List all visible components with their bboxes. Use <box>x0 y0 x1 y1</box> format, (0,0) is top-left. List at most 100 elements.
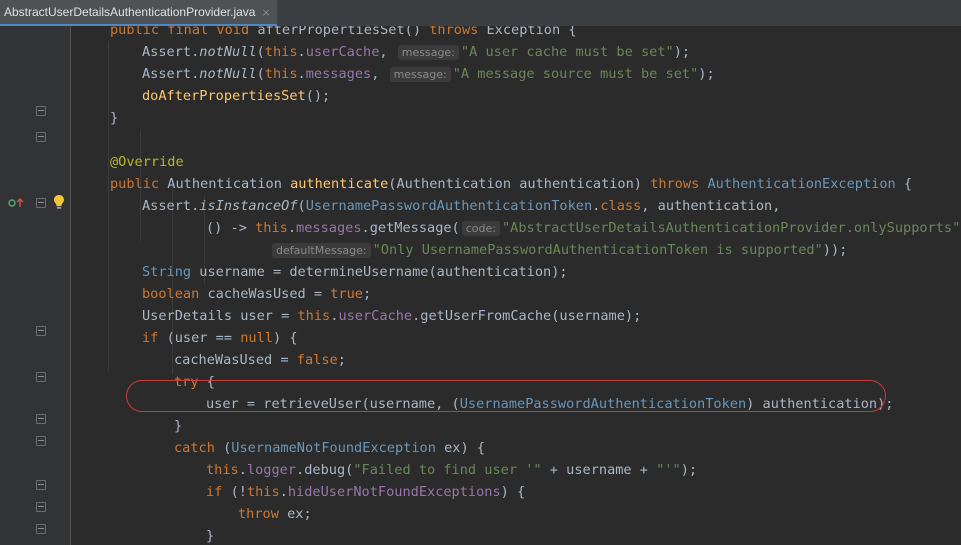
code-token: public <box>110 176 168 192</box>
code-token: { <box>903 176 913 192</box>
fold-marker-icon[interactable] <box>36 524 46 534</box>
code-line[interactable]: } <box>206 525 214 545</box>
code-token: cacheWasUsed = <box>174 352 297 368</box>
gutter-divider <box>70 26 71 545</box>
code-token: Exception { <box>486 26 577 38</box>
code-line[interactable]: @Override <box>110 151 184 173</box>
code-token: @Override <box>110 154 184 170</box>
code-line[interactable]: UserDetails user = this.userCache.getUse… <box>142 305 641 327</box>
code-line[interactable]: cacheWasUsed = false; <box>174 349 346 371</box>
code-token: ( <box>256 44 265 60</box>
code-line[interactable]: defaultMessage: "Only UsernamePasswordAut… <box>270 239 847 261</box>
code-token: messages <box>305 66 372 82</box>
code-token: , <box>371 66 388 82</box>
code-token: cacheWasUsed = <box>207 286 331 302</box>
code-token: AuthenticationException <box>707 176 904 192</box>
code-token: UserDetails user = <box>142 308 298 324</box>
code-token: if <box>142 330 167 346</box>
code-token: )); <box>822 242 848 258</box>
code-token: this <box>264 66 298 82</box>
code-token: userCache <box>305 44 380 60</box>
code-token: ; <box>363 286 372 302</box>
code-line[interactable]: if (!this.hideUserNotFoundExceptions) { <box>206 481 525 503</box>
code-line[interactable]: Assert.notNull(this.userCache, message: "… <box>142 41 690 63</box>
fold-marker-icon[interactable] <box>36 326 46 336</box>
code-token: (user == <box>166 330 241 346</box>
code-token: username = determineUsername(authenticat… <box>199 264 568 280</box>
indent-guide <box>108 41 109 371</box>
code-token: ); <box>698 66 715 82</box>
fold-marker-icon[interactable] <box>36 436 46 446</box>
fold-marker-icon[interactable] <box>36 502 46 512</box>
code-line[interactable]: boolean cacheWasUsed = true; <box>142 283 371 305</box>
code-token: } <box>174 418 183 434</box>
fold-marker-icon[interactable] <box>36 132 46 142</box>
parameter-hint: code: <box>461 221 500 236</box>
code-token: this <box>297 308 331 324</box>
code-token: throws <box>429 26 487 38</box>
code-token: Assert. <box>142 66 200 82</box>
fold-marker-icon[interactable] <box>36 414 46 424</box>
code-token: "A user cache must be set" <box>460 44 674 60</box>
code-token: .debug( <box>296 462 354 478</box>
code-token: , authentication, <box>641 198 781 214</box>
code-token: if <box>206 484 231 500</box>
code-token: ex; <box>287 506 312 522</box>
code-line[interactable]: () -> this.messages.getMessage(code: "Abs… <box>206 217 961 239</box>
code-token: throws <box>650 176 708 192</box>
code-line[interactable]: if (user == null) { <box>142 327 298 349</box>
editor-tab-bar: AbstractUserDetailsAuthenticationProvide… <box>0 0 961 26</box>
code-token: userCache <box>338 308 413 324</box>
code-line[interactable]: doAfterPropertiesSet(); <box>142 85 330 107</box>
code-token: this <box>255 220 288 236</box>
fold-marker-icon[interactable] <box>36 106 46 116</box>
code-token: void <box>216 26 258 38</box>
code-token: ) { <box>500 484 526 500</box>
highlight-annotation-oval <box>126 380 886 412</box>
code-line[interactable]: } <box>174 415 182 437</box>
code-line[interactable]: String username = determineUsername(auth… <box>142 261 568 283</box>
code-token: "AbstractUserDetailsAuthenticationProvid… <box>501 220 961 236</box>
code-editor[interactable]: public final void afterPropertiesSet() t… <box>72 26 961 545</box>
code-token: true <box>330 286 363 302</box>
code-token: "Only UsernamePasswordAuthenticationToke… <box>372 242 823 258</box>
code-line[interactable]: public final void afterPropertiesSet() t… <box>110 26 577 41</box>
code-line[interactable]: Assert.isInstanceOf(UsernamePasswordAuth… <box>142 195 780 217</box>
code-token: ex) { <box>444 440 486 456</box>
code-token: , <box>379 44 396 60</box>
code-token: final <box>167 26 217 38</box>
tab-file-name[interactable]: AbstractUserDetailsAuthenticationProvide… <box>4 5 255 19</box>
code-token: this <box>206 462 239 478</box>
code-token: messages <box>296 220 362 236</box>
code-token: . <box>297 44 306 60</box>
fold-marker-icon[interactable] <box>36 372 46 382</box>
code-token: Assert. <box>142 44 200 60</box>
overrides-method-icon[interactable] <box>8 197 26 209</box>
code-token: + username + <box>541 462 657 478</box>
code-token: .getMessage( <box>361 220 460 236</box>
editor-tab[interactable]: AbstractUserDetailsAuthenticationProvide… <box>0 0 277 26</box>
code-token: (! <box>230 484 247 500</box>
code-line[interactable]: public Authentication authenticate(Authe… <box>110 173 912 195</box>
code-token: () -> <box>206 220 256 236</box>
code-token: . <box>279 484 288 500</box>
code-token: ); <box>673 44 691 60</box>
code-token: (); <box>305 88 331 104</box>
code-line[interactable]: catch (UsernameNotFoundException ex) { <box>174 437 485 459</box>
gutter[interactable] <box>0 26 70 545</box>
code-token: afterPropertiesSet() <box>257 26 430 38</box>
fold-marker-icon[interactable] <box>36 480 46 490</box>
code-token: null <box>240 330 273 346</box>
code-token: } <box>110 110 119 126</box>
code-token: doAfterPropertiesSet <box>142 88 306 104</box>
code-line[interactable]: throw ex; <box>238 503 312 525</box>
code-token: UsernamePasswordAuthenticationToken <box>305 198 593 214</box>
code-line[interactable]: this.logger.debug("Failed to find user '… <box>206 459 697 481</box>
close-icon[interactable]: × <box>261 6 270 19</box>
code-token: this <box>264 44 298 60</box>
intention-bulb-icon[interactable] <box>53 194 65 210</box>
code-token: isInstanceOf <box>199 198 298 214</box>
fold-marker-icon[interactable] <box>36 198 46 208</box>
code-line[interactable]: Assert.notNull(this.messages, message: "A… <box>142 63 715 85</box>
code-line[interactable]: } <box>110 107 118 129</box>
